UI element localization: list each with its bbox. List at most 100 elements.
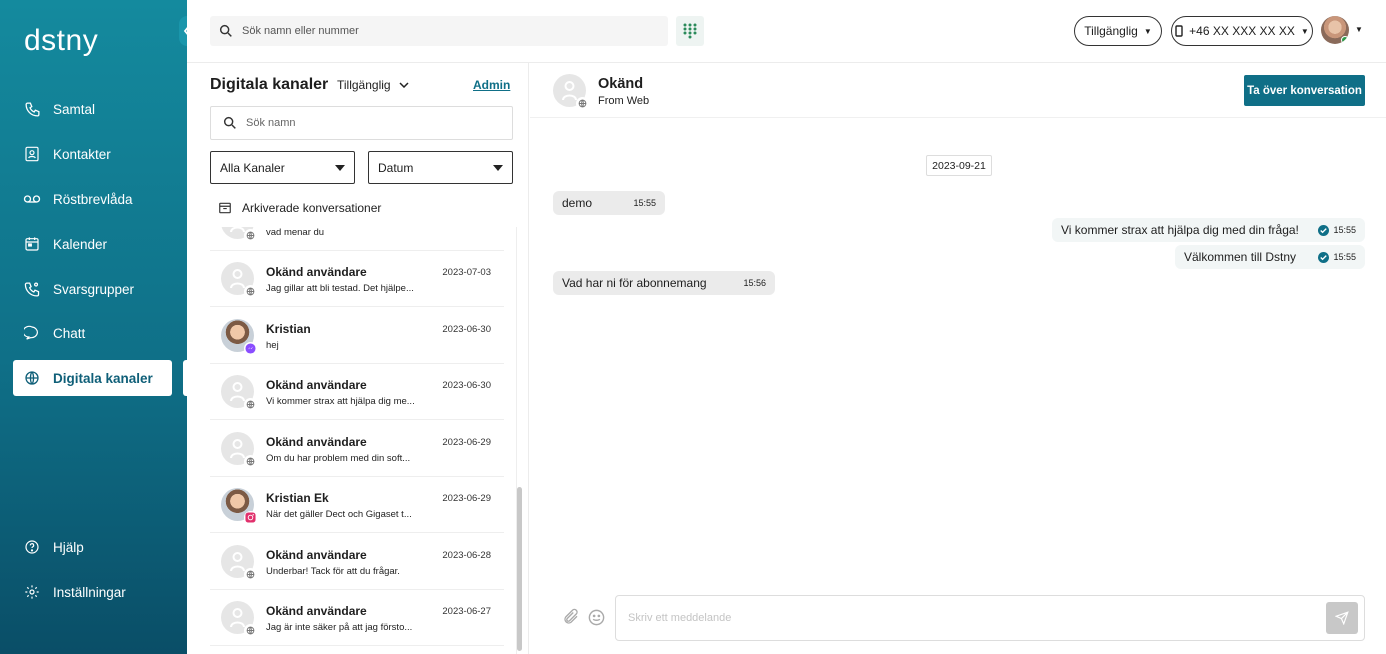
message-time: 15:55 [633,198,656,208]
user-avatar[interactable] [1321,16,1349,44]
dialpad-button[interactable] [676,16,704,46]
archived-conversations-link[interactable]: Arkiverade konversationer [218,201,381,215]
panel-availability-dropdown[interactable]: Tillgänglig [337,78,409,92]
conversation-item[interactable]: Okänd användare 2023-06-27 Jag är inte säk… [210,590,504,646]
conversation-preview: vad menar du [266,227,325,238]
sidebar-item-hjalp[interactable]: Hjälp [13,529,172,565]
conversation-item[interactable]: Okänd användare 2023-07-03 Jag gillar att … [210,251,504,307]
person-icon [562,81,577,101]
scrollbar-thumb[interactable] [517,487,522,651]
contact-name: Okänd [598,76,644,92]
conversation-panel: Digitala kanaler Tillgänglig Admin Sök n… [187,63,529,654]
web-globe-icon [244,624,257,637]
sidebar-item-kontakter[interactable]: Kontakter [13,136,172,172]
search-icon [223,116,236,129]
web-globe-icon [244,454,257,468]
conversation-item[interactable]: vad menar du [210,227,504,251]
sidebar-item-label: Chatt [53,325,86,341]
conversation-date: 2023-06-30 [442,323,491,335]
dialpad-icon [683,23,697,39]
message-text: Vad har ni för abonnemang [562,276,707,290]
conversation-preview: Vi kommer strax att hjälpa dig me... [266,396,415,407]
sidebar-item-chatt[interactable]: Chatt [13,315,172,351]
conversation-date: 2023-06-30 [442,380,491,391]
group-phone-icon [23,280,41,298]
sidebar-item-label: Kontakter [53,146,111,162]
conversation-name: Okänd användare [266,434,367,449]
paperclip-icon[interactable] [562,608,580,626]
conversation-preview: hej [266,339,279,351]
message-bubble-incoming: demo 15:55 [553,191,665,215]
sidebar-item-rostbrevlada[interactable]: Röstbrevlåda [13,181,172,217]
avatar [221,262,257,298]
conversation-item[interactable]: Kristian 2023-06-30 hej [210,308,504,364]
contact-card-icon [23,145,41,163]
sidebar-item-installningar[interactable]: Inställningar [13,574,172,610]
person-icon [230,551,245,571]
message-composer-input[interactable]: Skriv ett meddelande [615,595,1365,641]
channel-filter-dropdown[interactable]: Alla Kanaler [210,151,355,184]
globe-icon [23,369,41,387]
person-icon [230,382,245,402]
conversation-name: Kristian [266,321,311,336]
message-bubble-outgoing: Vi kommer strax att hjälpa dig med din f… [1052,218,1365,242]
availability-label: Tillgänglig [1084,24,1138,38]
message-time: 15:55 [1333,225,1356,235]
sidebar-item-digitala-kanaler[interactable]: Digitala kanaler [13,360,172,396]
topbar: Sök namn eller nummer Tillgänglig ▼ +46 … [187,0,1386,63]
instagram-icon [244,511,257,524]
person-icon [230,438,245,458]
availability-dropdown[interactable]: Tillgänglig ▼ [1074,16,1162,46]
send-button[interactable] [1326,602,1358,634]
avatar [221,488,257,524]
message-bubble-incoming: Vad har ni för abonnemang 15:56 [553,271,775,295]
phone-number-dropdown[interactable]: +46 XX XXX XX XX ▼ [1171,16,1313,46]
panel-availability-label: Tillgänglig [337,78,391,92]
chat-pane: Okänd From Web Ta över konversation 2023… [530,63,1386,654]
sort-filter-value: Datum [378,160,414,175]
conversation-search-input[interactable]: Sök namn [210,106,513,140]
caret-down-icon: ▼ [1143,26,1152,36]
sidebar-item-label: Svarsgrupper [53,281,135,297]
mobile-phone-icon [1175,25,1183,37]
message-text: Vi kommer strax att hjälpa dig med din f… [1061,223,1299,237]
sidebar-item-kalender[interactable]: Kalender [13,226,172,262]
search-icon [219,24,232,37]
conversation-item[interactable]: Kristian Ek 2023-06-29 När det gäller Dect… [210,477,504,533]
caret-down-icon[interactable]: ▼ [1355,25,1363,34]
caret-down-icon: ▼ [1300,26,1309,36]
avatar [553,74,589,110]
conversation-name: Okänd användare [266,265,367,279]
web-globe-icon [244,285,257,298]
sidebar-item-samtal[interactable]: Samtal [13,91,172,127]
send-icon [1335,611,1349,625]
conversation-name: Okänd användare [266,547,367,562]
archived-label: Arkiverade konversationer [242,201,382,215]
conversation-item[interactable]: Okänd användare 2023-06-29 Om du har probl… [210,421,504,477]
sidebar-item-svarsgrupper[interactable]: Svarsgrupper [13,271,172,307]
conversation-item[interactable]: Okänd användare 2023-06-30 Vi kommer strax… [210,364,504,420]
sidebar: dstny Samtal Kontakter Röstbrevlåda Kale… [0,0,187,654]
conversation-item[interactable]: Okänd användare 2023-06-28 Underbar! Tack … [210,534,504,590]
dstny-logo[interactable]: dstny [24,24,98,58]
conversation-name: Okänd användare [266,378,367,392]
composer-placeholder: Skriv ett meddelande [628,612,732,624]
sidebar-item-label: Röstbrevlåda [53,191,133,207]
chevron-down-icon [399,82,409,88]
phone-number-label: +46 XX XXX XX XX [1189,24,1295,38]
admin-link[interactable]: Admin [473,78,510,92]
global-search-input[interactable]: Sök namn eller nummer [210,16,668,46]
message-text: Välkommen till Dstny [1184,250,1297,264]
conversation-preview: När det gäller Dect och Gigaset t... [266,509,412,520]
conversation-date: 2023-06-29 [442,493,491,504]
avatar [221,318,257,355]
messenger-icon [244,341,257,355]
caret-down-icon [493,164,503,171]
sort-filter-dropdown[interactable]: Datum [368,151,513,184]
avatar [221,227,257,242]
take-over-conversation-button[interactable]: Ta över konversation [1244,75,1365,106]
emoji-icon[interactable] [587,608,606,627]
phone-icon [23,100,41,118]
avatar [221,601,257,637]
web-globe-icon [244,229,257,242]
